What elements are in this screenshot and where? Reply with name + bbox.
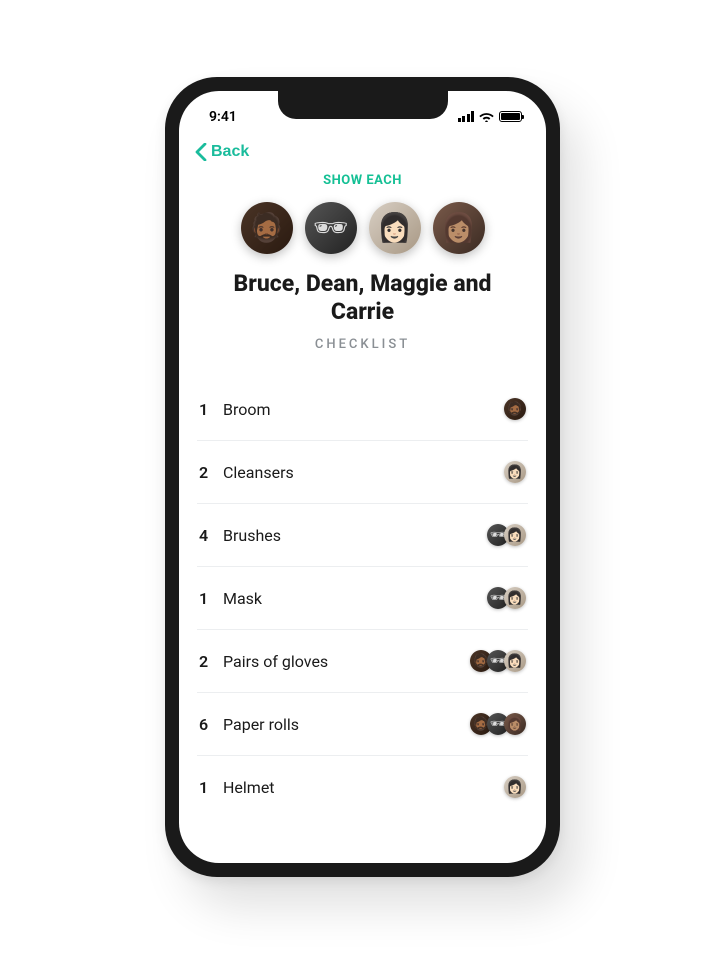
app-screen: 9:41 Back SHOW EACH 🧔🏾🕶👩🏻👩🏽 Bruce, Dean,…	[179, 91, 546, 863]
item-quantity: 2	[199, 652, 223, 671]
item-owners: 👩🏻	[504, 461, 526, 483]
phone-frame: 9:41 Back SHOW EACH 🧔🏾🕶👩🏻👩🏽 Bruce, Dean,…	[165, 77, 560, 877]
item-owners: 🧔🏾🕶👩🏽	[470, 713, 526, 735]
avatar-dean[interactable]: 🕶	[305, 202, 357, 254]
item-quantity: 1	[199, 589, 223, 608]
avatar-sm-maggie: 👩🏻	[504, 650, 526, 672]
item-name: Pairs of gloves	[223, 652, 470, 671]
avatar-sm-maggie: 👩🏻	[504, 524, 526, 546]
checklist-subtitle: CHECKLIST	[197, 337, 528, 352]
item-name: Helmet	[223, 778, 504, 797]
cellular-signal-icon	[458, 111, 475, 122]
item-name: Paper rolls	[223, 715, 470, 734]
item-name: Cleansers	[223, 463, 504, 482]
item-owners: 🕶👩🏻	[487, 524, 526, 546]
chevron-left-icon	[195, 143, 207, 161]
checklist-list: 1Broom🧔🏾2Cleansers👩🏻4Brushes🕶👩🏻1Mask🕶👩🏻2…	[197, 378, 528, 818]
checklist-row[interactable]: 1Broom🧔🏾	[197, 378, 528, 441]
item-owners: 🧔🏾	[504, 398, 526, 420]
checklist-row[interactable]: 2Cleansers👩🏻	[197, 441, 528, 504]
back-button[interactable]: Back	[195, 143, 249, 161]
status-time: 9:41	[203, 109, 237, 125]
item-name: Broom	[223, 400, 504, 419]
item-quantity: 2	[199, 463, 223, 482]
status-indicators	[458, 111, 523, 122]
device-notch	[278, 91, 448, 119]
avatar-sm-carrie: 👩🏽	[504, 713, 526, 735]
avatar-bruce[interactable]: 🧔🏾	[241, 202, 293, 254]
avatar-sm-maggie: 👩🏻	[504, 587, 526, 609]
content-area: SHOW EACH 🧔🏾🕶👩🏻👩🏽 Bruce, Dean, Maggie an…	[179, 171, 546, 843]
group-names-title: Bruce, Dean, Maggie and Carrie	[197, 270, 528, 328]
battery-icon	[499, 111, 522, 122]
checklist-row[interactable]: 6Paper rolls🧔🏾🕶👩🏽	[197, 693, 528, 756]
item-name: Mask	[223, 589, 487, 608]
item-quantity: 1	[199, 400, 223, 419]
item-owners: 🧔🏾🕶👩🏻	[470, 650, 526, 672]
checklist-row[interactable]: 2Pairs of gloves🧔🏾🕶👩🏻	[197, 630, 528, 693]
checklist-row[interactable]: 1Mask🕶👩🏻	[197, 567, 528, 630]
avatar-sm-bruce: 🧔🏾	[504, 398, 526, 420]
nav-bar: Back	[179, 135, 546, 171]
avatar-row: 🧔🏾🕶👩🏻👩🏽	[197, 202, 528, 254]
avatar-carrie[interactable]: 👩🏽	[433, 202, 485, 254]
checklist-row[interactable]: 4Brushes🕶👩🏻	[197, 504, 528, 567]
item-quantity: 1	[199, 778, 223, 797]
avatar-sm-maggie: 👩🏻	[504, 461, 526, 483]
avatar-sm-maggie: 👩🏻	[504, 776, 526, 798]
item-owners: 👩🏻	[504, 776, 526, 798]
item-owners: 🕶👩🏻	[487, 587, 526, 609]
avatar-maggie[interactable]: 👩🏻	[369, 202, 421, 254]
show-each-toggle[interactable]: SHOW EACH	[197, 173, 528, 188]
item-quantity: 6	[199, 715, 223, 734]
wifi-icon	[479, 111, 494, 122]
checklist-row[interactable]: 1Helmet👩🏻	[197, 756, 528, 818]
back-label: Back	[211, 143, 249, 161]
item-name: Brushes	[223, 526, 487, 545]
item-quantity: 4	[199, 526, 223, 545]
